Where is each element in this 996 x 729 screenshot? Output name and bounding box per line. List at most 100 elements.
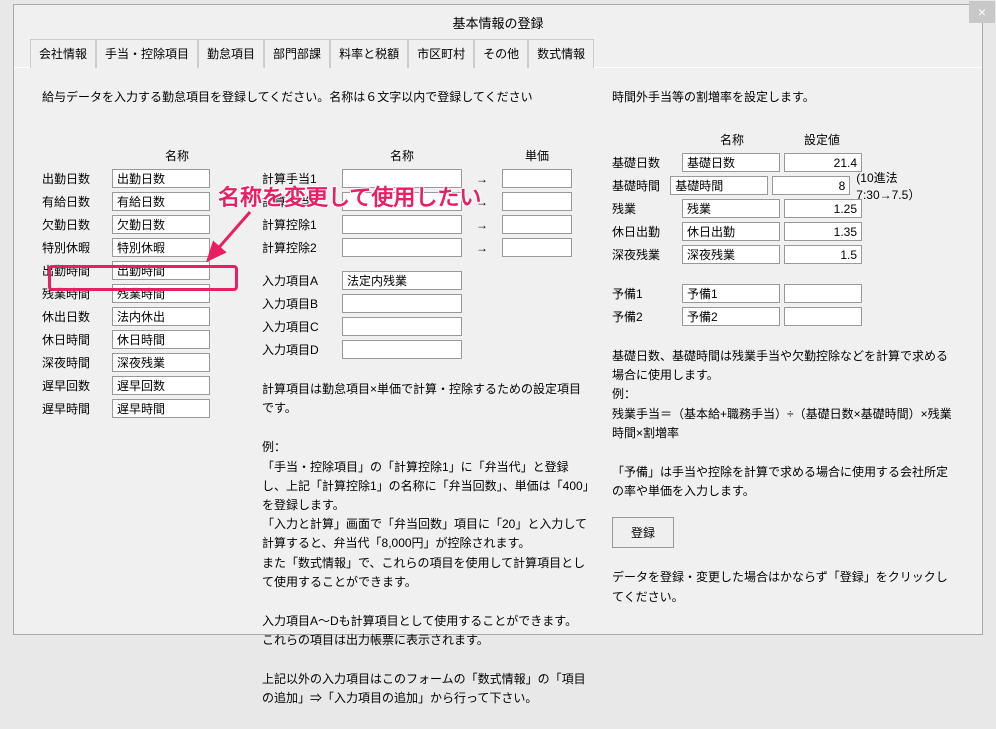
input-item-label: 入力項目C bbox=[262, 318, 342, 335]
tab-content: 給与データを入力する勤怠項目を登録してください。名称は６文字以内で登録してくださ… bbox=[14, 68, 982, 729]
yobi-value-input[interactable] bbox=[784, 284, 862, 303]
rate-label: 休日出勤 bbox=[612, 223, 682, 240]
calc-label: 計算控除2 bbox=[262, 239, 342, 256]
attendance-input[interactable] bbox=[112, 192, 210, 211]
yobi-name-input[interactable] bbox=[682, 307, 780, 326]
rate-value-input[interactable] bbox=[784, 153, 862, 172]
rate-note: (10進法 7:30→7.5） bbox=[856, 169, 954, 203]
tab-company[interactable]: 会社情報 bbox=[30, 39, 96, 68]
tab-attendance[interactable]: 勤怠項目 bbox=[198, 39, 264, 68]
right-instruction: 時間外手当等の割増率を設定します。 bbox=[612, 88, 954, 105]
calc-unit-input[interactable] bbox=[502, 215, 572, 234]
tab-formula[interactable]: 数式情報 bbox=[528, 39, 594, 68]
left-and-mid-wrapper: 給与データを入力する勤怠項目を登録してください。名称は６文字以内で登録してくださ… bbox=[42, 88, 592, 709]
tab-rate-tax[interactable]: 料率と税額 bbox=[330, 39, 408, 68]
row-label: 欠勤日数 bbox=[42, 216, 112, 233]
row-label: 休日時間 bbox=[42, 331, 112, 348]
yobi-label: 予備1 bbox=[612, 285, 682, 302]
calc-unit-input[interactable] bbox=[502, 192, 572, 211]
input-item-field[interactable] bbox=[342, 317, 462, 336]
rate-label: 基礎時間 bbox=[612, 177, 670, 194]
row-label: 出勤時間 bbox=[42, 262, 112, 279]
input-item-label: 入力項目A bbox=[262, 272, 342, 289]
row-label: 休出日数 bbox=[42, 308, 112, 325]
attendance-input[interactable] bbox=[112, 399, 210, 418]
calc-name-input[interactable] bbox=[342, 215, 462, 234]
row-label: 出勤日数 bbox=[42, 170, 112, 187]
rate-label: 深夜残業 bbox=[612, 246, 682, 263]
right-help-1: 基礎日数、基礎時間は残業手当や欠勤控除などを計算で求める場合に使用します。 例：… bbox=[612, 347, 954, 443]
input-item-label: 入力項目B bbox=[262, 295, 342, 312]
row-label: 残業時間 bbox=[42, 285, 112, 302]
mid-help-1: 計算項目は勤怠項目×単価で計算・控除するための設定項目です。 bbox=[262, 380, 592, 418]
mid-help-3: 入力項目A～Dも計算項目として使用することができます。 これらの項目は出力帳票に… bbox=[262, 612, 592, 650]
rate-name-input[interactable] bbox=[670, 176, 768, 195]
row-label: 遅早時間 bbox=[42, 400, 112, 417]
arrow-icon: → bbox=[462, 218, 502, 232]
attendance-items-column: 名称 出勤日数 有給日数 欠勤日数 特別休暇 出勤時間 残業時間 休出日数 休日… bbox=[42, 147, 232, 709]
input-item-field[interactable] bbox=[342, 294, 462, 313]
calc-name-input[interactable] bbox=[342, 169, 462, 188]
rate-label: 基礎日数 bbox=[612, 154, 682, 171]
tab-other[interactable]: その他 bbox=[474, 39, 528, 68]
arrow-icon: → bbox=[462, 172, 502, 186]
rate-name-input[interactable] bbox=[682, 153, 780, 172]
yobi-value-input[interactable] bbox=[784, 307, 862, 326]
mid-header-name: 名称 bbox=[342, 147, 462, 164]
tab-bar: 会社情報 手当・控除項目 勤怠項目 部門部課 料率と税額 市区町村 その他 数式… bbox=[14, 38, 982, 68]
input-item-label: 入力項目D bbox=[262, 341, 342, 358]
arrow-icon: → bbox=[462, 195, 502, 209]
calc-name-input[interactable] bbox=[342, 238, 462, 257]
right-header-name: 名称 bbox=[682, 131, 782, 148]
mid-help-2: 例： 「手当・控除項目」の「計算控除1」に「弁当代」と登録し、上記「計算控除1」… bbox=[262, 438, 592, 592]
rate-name-input[interactable] bbox=[682, 199, 780, 218]
mid-header-unit: 単価 bbox=[502, 147, 572, 164]
input-item-field[interactable] bbox=[342, 271, 462, 290]
rate-name-input[interactable] bbox=[682, 245, 780, 264]
close-button[interactable]: × bbox=[969, 1, 995, 23]
tab-municipality[interactable]: 市区町村 bbox=[408, 39, 474, 68]
calc-label: 計算手当2 bbox=[262, 193, 342, 210]
tab-allowance[interactable]: 手当・控除項目 bbox=[96, 39, 198, 68]
attendance-input[interactable] bbox=[112, 169, 210, 188]
attendance-input[interactable] bbox=[112, 353, 210, 372]
rate-value-input[interactable] bbox=[784, 222, 862, 241]
rate-value-input[interactable] bbox=[784, 245, 862, 264]
attendance-input[interactable] bbox=[112, 284, 210, 303]
calc-label: 計算手当1 bbox=[262, 170, 342, 187]
calc-label: 計算控除1 bbox=[262, 216, 342, 233]
attendance-input-highlighted[interactable] bbox=[112, 307, 210, 326]
dialog-title: 基本情報の登録 bbox=[14, 5, 982, 38]
register-button[interactable]: 登録 bbox=[612, 517, 674, 548]
left-instruction: 給与データを入力する勤怠項目を登録してください。名称は６文字以内で登録してくださ… bbox=[42, 88, 562, 105]
calculation-column: 名称 単価 計算手当1→ 計算手当2→ 計算控除1→ 計算控除2→ 入力項目A … bbox=[262, 147, 592, 709]
calc-unit-input[interactable] bbox=[502, 169, 572, 188]
attendance-input[interactable] bbox=[112, 376, 210, 395]
rate-name-input[interactable] bbox=[682, 222, 780, 241]
attendance-input[interactable] bbox=[112, 261, 210, 280]
input-item-field[interactable] bbox=[342, 340, 462, 359]
attendance-input[interactable] bbox=[112, 215, 210, 234]
row-label: 特別休暇 bbox=[42, 239, 112, 256]
calc-unit-input[interactable] bbox=[502, 238, 572, 257]
left-header-name: 名称 bbox=[122, 147, 232, 164]
row-label: 遅早回数 bbox=[42, 377, 112, 394]
right-help-3: データを登録・変更した場合はかならず「登録」をクリックしてください。 bbox=[612, 568, 954, 606]
tab-department[interactable]: 部門部課 bbox=[264, 39, 330, 68]
arrow-icon: → bbox=[462, 241, 502, 255]
yobi-name-input[interactable] bbox=[682, 284, 780, 303]
attendance-input[interactable] bbox=[112, 238, 210, 257]
attendance-input[interactable] bbox=[112, 330, 210, 349]
rate-value-input[interactable] bbox=[772, 176, 850, 195]
row-label: 有給日数 bbox=[42, 193, 112, 210]
yobi-label: 予備2 bbox=[612, 308, 682, 325]
rate-value-input[interactable] bbox=[784, 199, 862, 218]
dialog-window: × 基本情報の登録 会社情報 手当・控除項目 勤怠項目 部門部課 料率と税額 市… bbox=[13, 4, 983, 635]
rate-label: 残業 bbox=[612, 200, 682, 217]
calc-name-input[interactable] bbox=[342, 192, 462, 211]
mid-help-4: 上記以外の入力項目はこのフォームの「数式情報」の「項目の追加」⇒「入力項目の追加… bbox=[262, 670, 592, 708]
row-label: 深夜時間 bbox=[42, 354, 112, 371]
right-header-value: 設定値 bbox=[782, 131, 862, 148]
overtime-rate-column: 時間外手当等の割増率を設定します。 名称 設定値 基礎日数 基礎時間 (10進法 … bbox=[612, 88, 954, 709]
right-help-2: 「予備」は手当や控除を計算で求める場合に使用する会社所定の率や単価を入力します。 bbox=[612, 463, 954, 501]
